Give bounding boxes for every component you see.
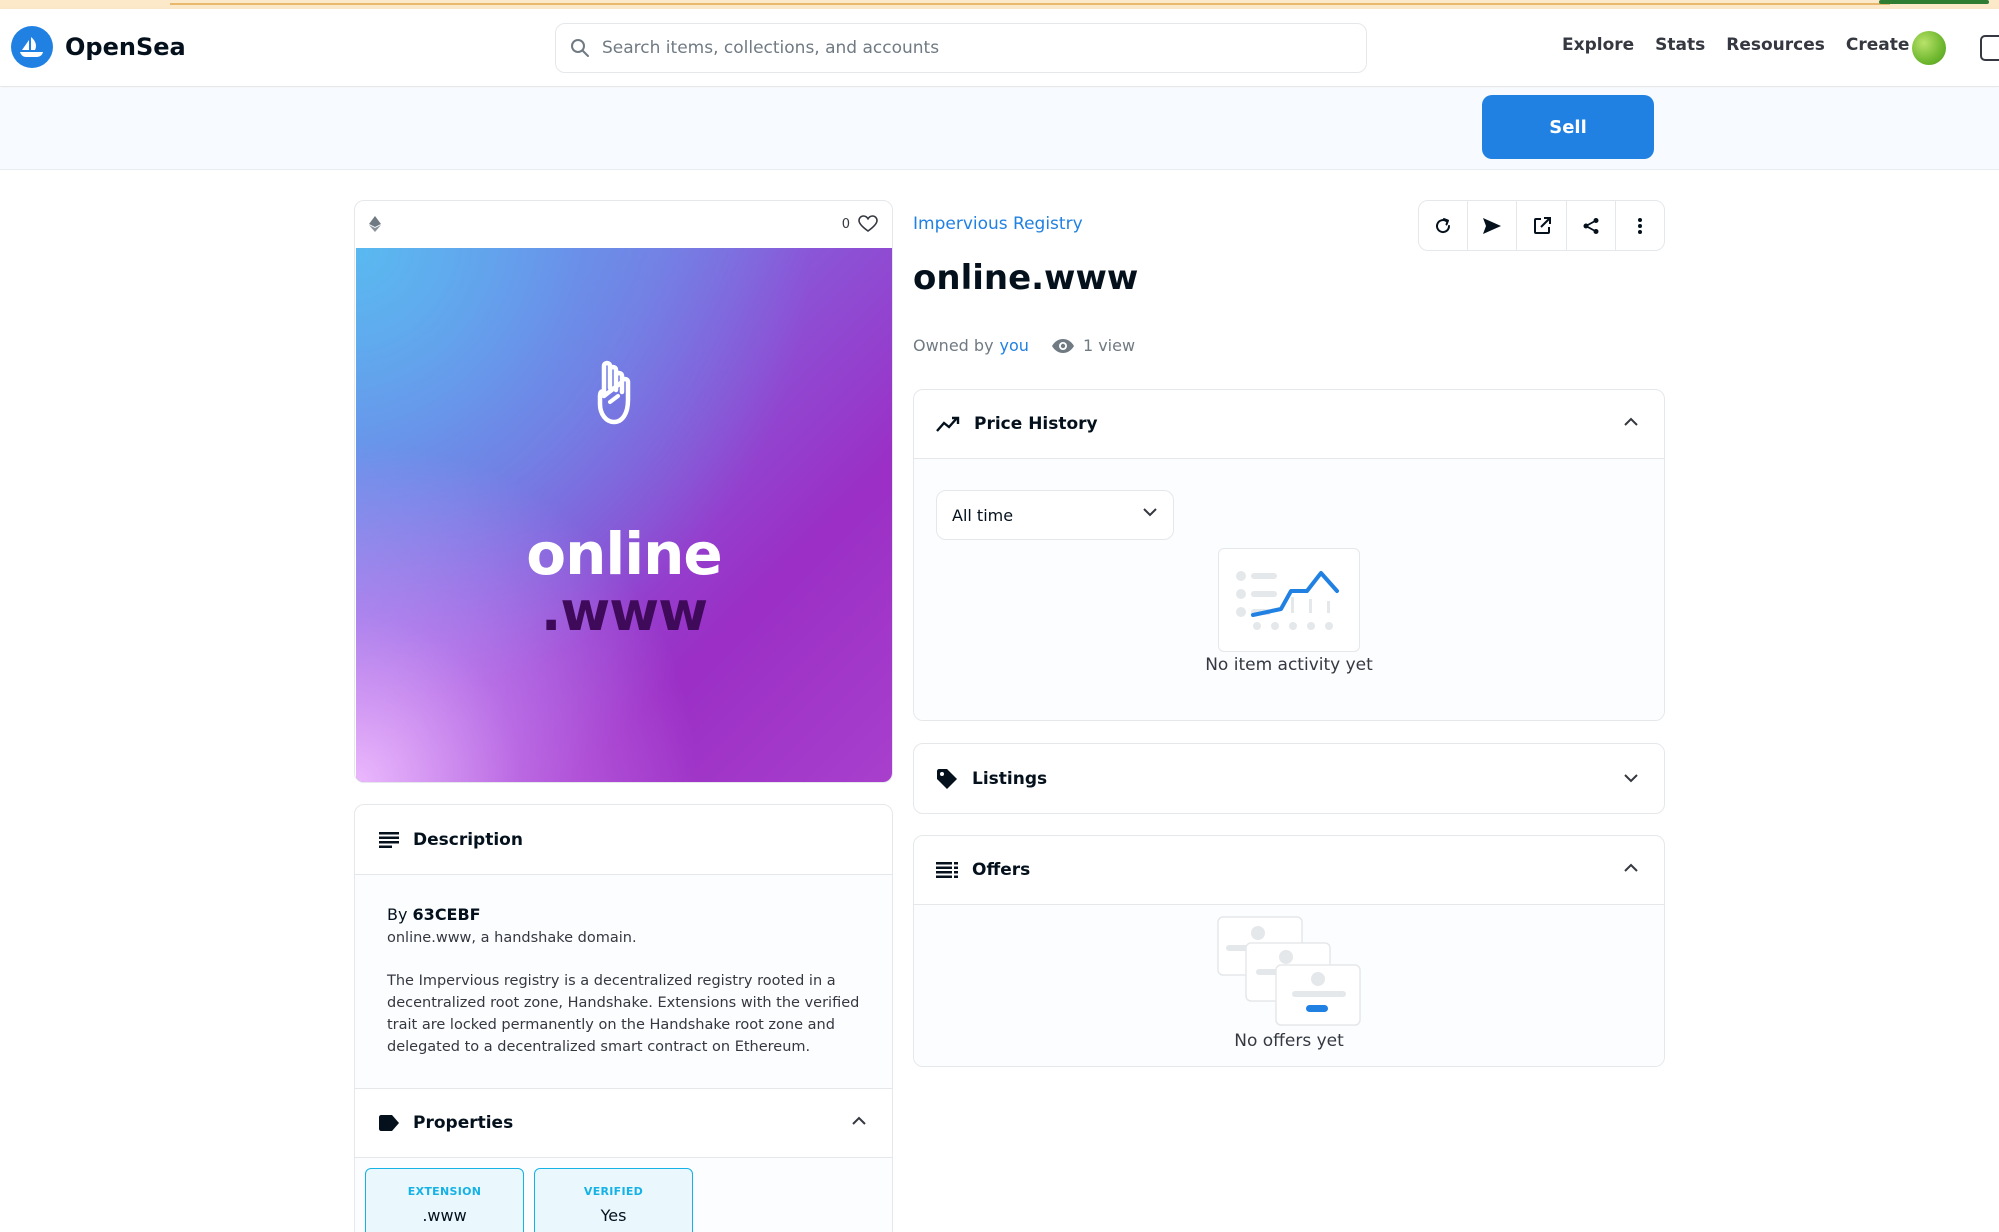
creator-line: By 63CEBF: [387, 905, 862, 924]
offers-heading: Offers: [972, 860, 1031, 880]
properties-list: EXTENSION .www VERIFIED Yes: [355, 1158, 892, 1232]
offers-placeholder-icon: [1217, 916, 1361, 1026]
properties-heading: Properties: [413, 1113, 514, 1133]
refresh-button[interactable]: [1419, 201, 1469, 250]
search-input[interactable]: [602, 38, 1342, 58]
sell-button[interactable]: Sell: [1482, 95, 1654, 159]
like-count: 0: [841, 216, 850, 232]
nav-resources[interactable]: Resources: [1726, 35, 1825, 55]
chevron-up-icon[interactable]: [1624, 863, 1638, 872]
owner-action-bar: Sell: [0, 88, 1999, 170]
chart-placeholder-icon: [1236, 571, 1339, 630]
heart-icon[interactable]: [858, 215, 878, 233]
send-icon: [1483, 217, 1502, 234]
description-lines-icon: [379, 831, 399, 848]
item-image-card: 0 online .www: [354, 200, 893, 783]
offers-panel: Offers No offers yet: [913, 835, 1665, 1067]
eye-icon: [1051, 338, 1074, 353]
chevron-up-icon[interactable]: [1624, 417, 1638, 426]
trending-icon: [936, 416, 960, 432]
item-title: online.www: [913, 258, 1139, 298]
time-range-select[interactable]: All time: [936, 490, 1174, 540]
artwork-title-line1: online: [526, 520, 723, 588]
price-history-heading: Price History: [974, 414, 1098, 434]
chevron-down-icon[interactable]: [1624, 774, 1638, 783]
nav-create[interactable]: Create: [1846, 35, 1910, 55]
offers-header[interactable]: Offers: [914, 836, 1664, 904]
nav-stats[interactable]: Stats: [1655, 35, 1705, 55]
description-body: By 63CEBF online.www, a handshake domain…: [355, 875, 892, 1088]
image-card-header: 0: [355, 201, 892, 247]
property-type: VERIFIED: [583, 1185, 644, 1198]
price-history-body: All time No item activity yet: [914, 458, 1664, 720]
offers-empty: No offers yet: [1234, 1031, 1344, 1051]
more-options-button[interactable]: [1616, 201, 1664, 250]
favorite-counter: 0: [842, 215, 878, 233]
nft-artwork[interactable]: online .www: [356, 248, 892, 782]
search-bar[interactable]: [555, 23, 1367, 73]
chevron-up-icon[interactable]: [852, 1116, 866, 1125]
nav-explore[interactable]: Explore: [1562, 35, 1634, 55]
price-history-panel: Price History All time No item activity …: [913, 389, 1665, 721]
view-count: 1 view: [1051, 336, 1135, 355]
brand-name: OpenSea: [65, 33, 186, 61]
refresh-icon: [1436, 217, 1451, 233]
description-summary: online.www, a handshake domain.: [387, 930, 637, 946]
listings-heading: Listings: [972, 768, 1048, 789]
progress-stripe: [170, 3, 1890, 5]
property-extension[interactable]: EXTENSION .www: [365, 1168, 524, 1232]
property-verified[interactable]: VERIFIED Yes: [534, 1168, 693, 1232]
price-tag-icon: [936, 768, 958, 790]
tag-icon: [379, 1115, 399, 1131]
description-text: The Impervious registry is a decentraliz…: [387, 973, 860, 1055]
share-button[interactable]: [1567, 201, 1616, 250]
description-card: Description By 63CEBF online.www, a hand…: [354, 804, 893, 1232]
item-toolbar: [1418, 200, 1665, 251]
top-navbar: OpenSea Explore Stats Resources Create: [0, 9, 1999, 87]
more-vertical-icon: [1637, 217, 1642, 234]
views-label: 1 view: [1082, 336, 1136, 355]
empty-chart-illustration: [1218, 548, 1360, 652]
ownership-line: Owned by you 1 view: [913, 336, 1135, 355]
listings-panel: Listings: [913, 743, 1665, 814]
creator-prefix: By: [387, 905, 408, 924]
owner-link[interactable]: you: [1000, 336, 1029, 355]
creator-link[interactable]: 63CEBF: [413, 905, 481, 924]
description-heading: Description: [413, 829, 523, 850]
description-header[interactable]: Description: [355, 805, 892, 875]
time-range-value: All time: [952, 505, 1014, 525]
browser-top-stripe: [0, 0, 1999, 9]
owned-prefix: Owned by: [913, 336, 994, 355]
artwork-title-line2: .www: [540, 580, 708, 643]
cart-icon[interactable]: [1980, 35, 1999, 61]
collection-link[interactable]: Impervious Registry: [913, 214, 1083, 234]
price-history-header[interactable]: Price History: [914, 390, 1664, 458]
offers-list-icon: [936, 862, 958, 878]
property-value: Yes: [600, 1206, 627, 1225]
chevron-down-icon: [1143, 508, 1157, 517]
properties-header[interactable]: Properties: [355, 1088, 892, 1158]
property-type: EXTENSION: [407, 1185, 482, 1198]
listings-header[interactable]: Listings: [914, 744, 1664, 813]
opensea-logo-icon: [11, 26, 53, 68]
opensea-logo-link[interactable]: OpenSea: [11, 26, 186, 68]
ethereum-icon: [369, 216, 381, 232]
price-history-empty: No item activity yet: [1205, 655, 1373, 675]
open-external-button[interactable]: [1517, 201, 1567, 250]
share-icon: [1583, 217, 1599, 234]
profile-avatar[interactable]: [1912, 31, 1946, 65]
main-nav: Explore Stats Resources Create: [1562, 35, 1909, 55]
external-link-icon: [1533, 216, 1551, 234]
offers-body: No offers yet: [914, 904, 1664, 1066]
hand-peace-icon: [597, 360, 631, 425]
property-value: .www: [422, 1206, 467, 1225]
search-icon: [571, 39, 589, 57]
status-stripe: [1879, 0, 1989, 4]
transfer-button[interactable]: [1468, 201, 1518, 250]
